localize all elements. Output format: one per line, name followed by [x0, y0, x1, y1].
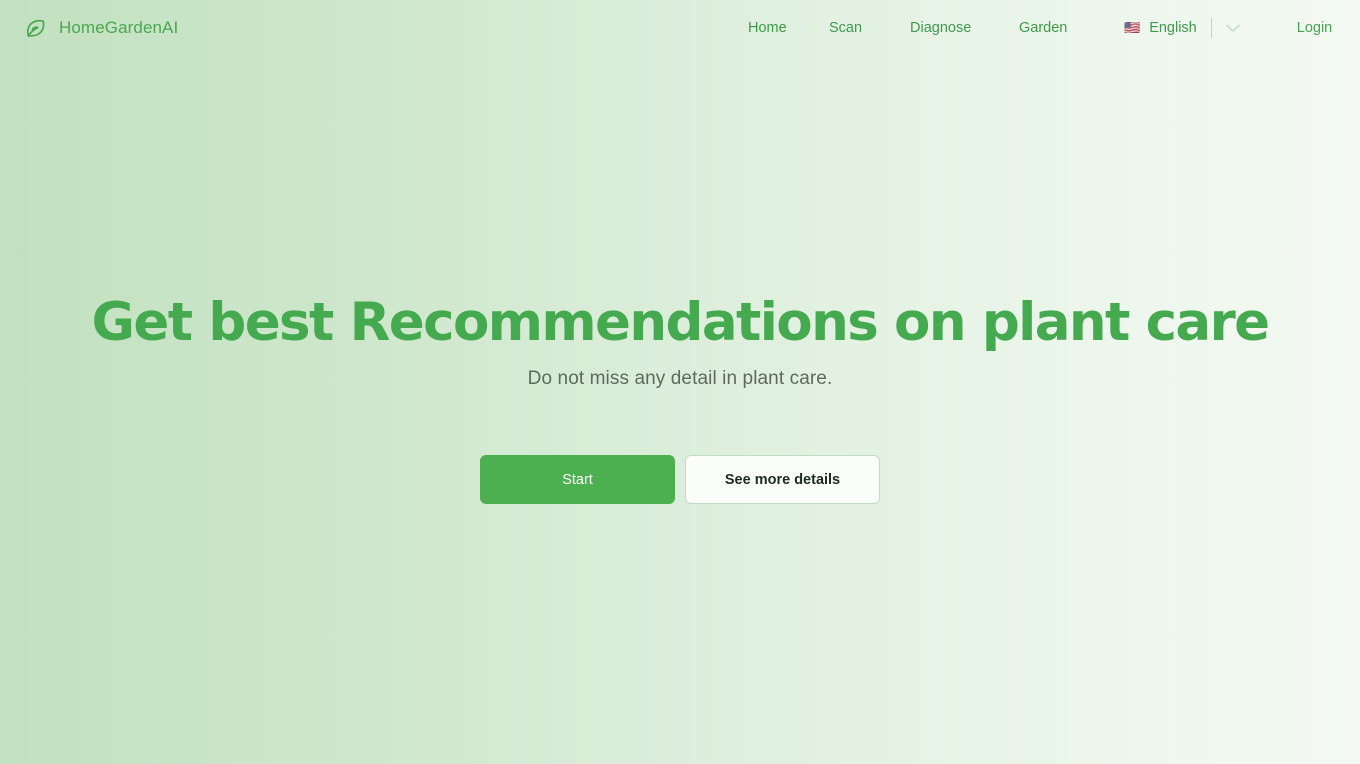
start-button[interactable]: Start	[480, 455, 675, 504]
hero-section: Get best Recommendations on plant care D…	[0, 0, 1360, 764]
page-subtitle: Do not miss any detail in plant care.	[527, 368, 833, 389]
see-more-details-button[interactable]: See more details	[685, 455, 880, 504]
hero-action-buttons: Start See more details	[0, 455, 1360, 504]
page-title: Get best Recommendations on plant care	[91, 292, 1271, 353]
